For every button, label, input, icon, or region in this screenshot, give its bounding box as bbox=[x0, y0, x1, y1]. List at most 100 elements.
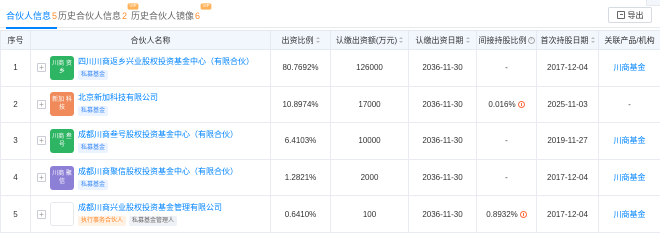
row-related[interactable]: 川商基金 bbox=[598, 158, 660, 197]
penetration-icon[interactable] bbox=[517, 101, 525, 109]
tab-partner-info[interactable]: 合伙人信息5 bbox=[6, 9, 58, 29]
tab-label: 历史合伙人镜像 bbox=[131, 11, 195, 21]
table-header-row: 序号 合伙人名称 出资比例 认缴出资额(万元) 认缴出资日期 间接持股比例? 首… bbox=[0, 30, 660, 50]
table-row: 1 + 川商 资乡 四川川商返乡兴业股权投资基金中心（有限合伙） 私募基金 80.7692… bbox=[0, 49, 660, 87]
corner-stub bbox=[646, 0, 660, 6]
row-first-date: 2017-12-04 bbox=[536, 49, 599, 87]
col-due-date-label: 认缴出资日期 bbox=[415, 35, 464, 45]
row-subscribed: 126000 bbox=[330, 49, 409, 87]
partners-table: 序号 合伙人名称 出资比例 认缴出资额(万元) 认缴出资日期 间接持股比例? 首… bbox=[0, 30, 660, 233]
col-subscribed-label: 认缴出资额(万元) bbox=[335, 35, 398, 45]
indirect-value: - bbox=[505, 63, 508, 73]
col-due-date[interactable]: 认缴出资日期 bbox=[408, 30, 477, 50]
row-first-date: 2017-12-04 bbox=[536, 158, 599, 197]
row-first-date: 2017-12-04 bbox=[536, 195, 599, 233]
company-logo[interactable] bbox=[50, 202, 74, 227]
partner-tag: 私募基金 bbox=[78, 179, 109, 190]
row-due-date: 2036-11-30 bbox=[408, 85, 477, 124]
tab-history-partners[interactable]: 历史合伙人信息2 VIP bbox=[58, 3, 139, 23]
export-button[interactable]: 导出 bbox=[608, 7, 652, 23]
company-logo[interactable]: 川商 聚信 bbox=[50, 165, 74, 190]
partner-tag: 执行事务合伙人 bbox=[78, 216, 127, 227]
row-related[interactable]: 川商基金 bbox=[598, 49, 660, 87]
partner-name-link[interactable]: 成都川商兴业股权投资基金管理有限公司 bbox=[78, 202, 222, 213]
company-logo[interactable]: 新加 科技 bbox=[50, 92, 74, 117]
partner-name-link[interactable]: 成都川商聚信股权投资基金中心（有限合伙） bbox=[78, 166, 238, 177]
row-seq: 3 bbox=[0, 122, 31, 160]
indirect-value: - bbox=[505, 136, 508, 146]
tab-history-mirror[interactable]: 历史合伙人镜像6 VIP bbox=[131, 3, 212, 23]
company-logo[interactable]: 川商 资乡 bbox=[50, 55, 74, 80]
row-indirect: 0.016% bbox=[476, 85, 537, 124]
row-subscribed: 2000 bbox=[330, 158, 409, 197]
col-first-date[interactable]: 首次持股日期 bbox=[536, 30, 599, 50]
row-ratio: 1.2821% bbox=[270, 158, 331, 197]
row-due-date: 2036-11-30 bbox=[408, 122, 477, 160]
row-ratio: 0.6410% bbox=[270, 195, 331, 233]
row-partner: + 川商 资乡 四川川商返乡兴业股权投资基金中心（有限合伙） 私募基金 bbox=[30, 49, 271, 87]
sort-icon[interactable] bbox=[465, 37, 470, 44]
partner-tag: 私募基金 bbox=[78, 142, 109, 153]
table-row: 2 + 新加 科技 北京新加科技有限公司 私募基金 10.8974% 17000 2036-1… bbox=[0, 85, 660, 124]
indirect-value: 0.016% bbox=[488, 99, 516, 109]
indirect-value: 0.8932% bbox=[486, 209, 518, 219]
col-seq: 序号 bbox=[0, 30, 31, 50]
table-row: 4 + 川商 聚信 成都川商聚信股权投资基金中心（有限合伙） 私募基金 1.2821% 20… bbox=[0, 158, 660, 197]
row-seq: 5 bbox=[0, 195, 31, 233]
col-subscribed[interactable]: 认缴出资额(万元) bbox=[330, 30, 409, 50]
row-seq: 1 bbox=[0, 49, 31, 87]
tab-bar: 合伙人信息5 历史合伙人信息2 VIP 历史合伙人镜像6 VIP 导出 bbox=[0, 0, 660, 29]
tab-count: 5 bbox=[52, 11, 58, 21]
row-first-date: 2025-11-03 bbox=[536, 85, 599, 124]
row-indirect: 0.8932% bbox=[476, 195, 537, 233]
table-row: 3 + 川商 叁号 成都川商叁号股权投资基金中心（有限合伙） 私募基金 6.4103% 10… bbox=[0, 122, 660, 160]
sort-icon[interactable] bbox=[315, 37, 320, 44]
partner-name-link[interactable]: 北京新加科技有限公司 bbox=[78, 92, 158, 103]
row-indirect: - bbox=[476, 158, 537, 197]
row-due-date: 2036-11-30 bbox=[408, 49, 477, 87]
related-link: - bbox=[628, 99, 631, 109]
tab-label: 合伙人信息 bbox=[6, 11, 52, 21]
row-related[interactable]: 川商基金 bbox=[598, 122, 660, 160]
col-indirect-label: 间接持股比例 bbox=[478, 35, 527, 45]
row-related[interactable]: 川商基金 bbox=[598, 195, 660, 233]
row-partner: + 川商 聚信 成都川商聚信股权投资基金中心（有限合伙） 私募基金 bbox=[30, 158, 271, 197]
tab-label: 历史合伙人信息 bbox=[58, 11, 122, 21]
partner-name-link[interactable]: 成都川商叁号股权投资基金中心（有限合伙） bbox=[78, 129, 238, 140]
col-ratio[interactable]: 出资比例 bbox=[270, 30, 331, 50]
sort-icon[interactable] bbox=[590, 37, 595, 44]
related-link[interactable]: 川商基金 bbox=[614, 173, 646, 182]
expand-icon[interactable]: + bbox=[37, 136, 46, 146]
row-due-date: 2036-11-30 bbox=[408, 158, 477, 197]
row-partner: + 新加 科技 北京新加科技有限公司 私募基金 bbox=[30, 85, 271, 124]
row-subscribed: 100 bbox=[330, 195, 409, 233]
indirect-value: - bbox=[505, 173, 508, 183]
row-first-date: 2019-11-27 bbox=[536, 122, 599, 160]
export-icon bbox=[616, 11, 625, 19]
partner-tag: 私募基金管理人 bbox=[129, 216, 178, 227]
penetration-icon[interactable] bbox=[519, 211, 527, 219]
row-seq: 2 bbox=[0, 85, 31, 124]
help-icon[interactable]: ? bbox=[527, 36, 535, 44]
related-link[interactable]: 川商基金 bbox=[614, 63, 646, 72]
row-ratio: 6.4103% bbox=[270, 122, 331, 160]
table-row: 5 + 成都川商兴业股权投资基金管理有限公司 执行事务合伙人 私募基金管理人 0.6410… bbox=[0, 195, 660, 233]
expand-icon[interactable]: + bbox=[37, 209, 46, 219]
tab-count: 6 bbox=[195, 11, 201, 21]
related-link[interactable]: 川商基金 bbox=[614, 136, 646, 145]
row-ratio: 80.7692% bbox=[270, 49, 331, 87]
col-first-date-label: 首次持股日期 bbox=[540, 35, 589, 45]
row-subscribed: 10000 bbox=[330, 122, 409, 160]
col-partner: 合伙人名称 bbox=[30, 30, 271, 50]
row-due-date: 2036-11-30 bbox=[408, 195, 477, 233]
row-ratio: 10.8974% bbox=[270, 85, 331, 124]
expand-icon[interactable]: + bbox=[37, 63, 46, 73]
row-indirect: - bbox=[476, 49, 537, 87]
expand-icon[interactable]: + bbox=[37, 99, 46, 109]
expand-icon[interactable]: + bbox=[37, 173, 46, 183]
sort-icon[interactable] bbox=[399, 37, 404, 44]
related-link[interactable]: 川商基金 bbox=[614, 210, 646, 219]
company-logo[interactable]: 川商 叁号 bbox=[50, 128, 74, 153]
partner-name-link[interactable]: 四川川商返乡兴业股权投资基金中心（有限合伙） bbox=[78, 56, 254, 67]
tab-count: 2 bbox=[122, 11, 128, 21]
